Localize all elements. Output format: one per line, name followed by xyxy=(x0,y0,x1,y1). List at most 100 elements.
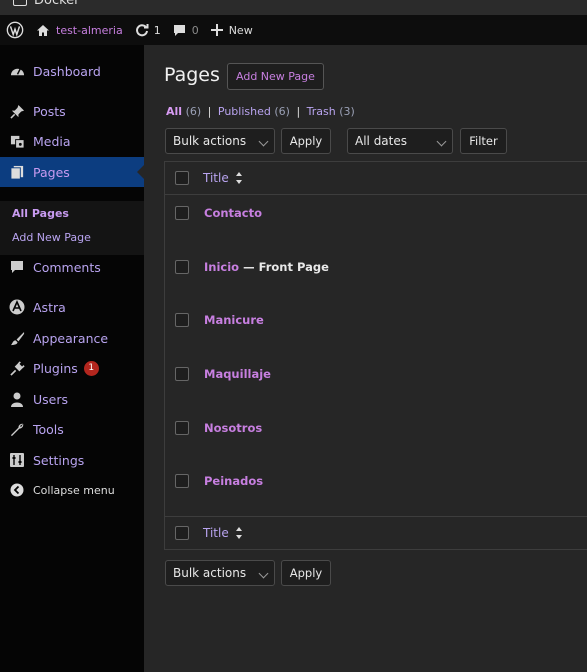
site-name-link[interactable]: test-almeria xyxy=(30,15,129,45)
pages-submenu: All Pages Add New Page xyxy=(0,201,144,255)
table-footer: Title xyxy=(165,516,587,549)
table-row: Maquillaje xyxy=(165,359,587,389)
menu-astra[interactable]: Astra xyxy=(0,292,144,322)
admin-bar: test-almeria 1 0 New xyxy=(0,15,587,45)
table-row: Peinados xyxy=(165,466,587,496)
row-checkbox[interactable] xyxy=(175,206,189,220)
menu-posts[interactable]: Posts xyxy=(0,96,144,126)
row-checkbox[interactable] xyxy=(175,421,189,435)
updates-icon xyxy=(135,24,149,37)
menu-dashboard[interactable]: Dashboard xyxy=(0,56,144,86)
table-row: Manicure xyxy=(165,305,587,335)
view-all-link[interactable]: All xyxy=(166,105,182,118)
plus-icon xyxy=(210,24,223,36)
view-trash-link[interactable]: Trash xyxy=(307,105,336,118)
bulk-actions-value: Bulk actions xyxy=(173,134,247,148)
brush-icon xyxy=(9,330,25,346)
home-icon xyxy=(37,24,49,36)
admin-sidebar: Dashboard Posts Media Pages All Pages Ad… xyxy=(0,45,144,672)
column-title-sort-link[interactable]: Title xyxy=(203,171,229,185)
bulk-actions-value: Bulk actions xyxy=(173,566,247,580)
table-header: Title xyxy=(165,162,587,195)
status-filter-links: All (6) | Published (6) | Trash (3) xyxy=(166,105,355,118)
chevron-down-icon xyxy=(258,568,269,579)
front-page-state: — Front Page xyxy=(239,260,329,274)
menu-tools-label: Tools xyxy=(33,421,64,437)
comments-link[interactable]: 0 xyxy=(167,15,205,45)
main-content: Pages Add New Page All (6) | Published (… xyxy=(144,45,587,672)
menu-settings-label: Settings xyxy=(33,452,85,468)
date-filter-value: All dates xyxy=(355,134,408,148)
menu-pages[interactable]: Pages xyxy=(0,157,144,187)
new-content-link[interactable]: New xyxy=(205,15,259,45)
wrench-icon xyxy=(9,421,25,437)
collapse-menu-label: Collapse menu xyxy=(33,483,115,497)
menu-appearance[interactable]: Appearance xyxy=(0,323,144,353)
apply-button-bottom[interactable]: Apply xyxy=(281,560,331,586)
submenu-add-new-page[interactable]: Add New Page xyxy=(12,231,91,244)
row-title-link[interactable]: Manicure xyxy=(204,313,264,327)
column-title-sort-link-footer[interactable]: Title xyxy=(203,526,229,540)
dashboard-icon xyxy=(9,63,25,79)
menu-media-label: Media xyxy=(33,133,71,149)
updates-link[interactable]: 1 xyxy=(129,15,167,45)
pages-table: Title Contacto Inicio — Front Page Manic… xyxy=(164,161,587,550)
row-checkbox[interactable] xyxy=(175,260,189,274)
menu-plugins[interactable]: Plugins 1 xyxy=(0,353,144,383)
add-new-page-button[interactable]: Add New Page xyxy=(227,63,324,90)
sort-arrows-icon xyxy=(236,172,242,184)
window-titlebar: Docker xyxy=(0,0,587,15)
updates-count: 1 xyxy=(153,23,161,37)
row-checkbox[interactable] xyxy=(175,313,189,327)
menu-comments[interactable]: Comments xyxy=(0,252,144,282)
row-checkbox[interactable] xyxy=(175,367,189,381)
filter-button[interactable]: Filter xyxy=(460,128,507,154)
bulk-actions-select-top[interactable]: Bulk actions xyxy=(165,128,275,154)
bulk-actions-select-bottom[interactable]: Bulk actions xyxy=(165,560,275,586)
row-title-link[interactable]: Maquillaje xyxy=(204,367,271,381)
pages-icon xyxy=(9,164,25,180)
menu-settings[interactable]: Settings xyxy=(0,445,144,475)
chevron-down-icon xyxy=(436,136,447,147)
collapse-menu-button[interactable]: Collapse menu xyxy=(0,475,144,505)
view-all-count: (6) xyxy=(185,105,202,118)
row-title-link[interactable]: Contacto xyxy=(204,206,262,220)
sort-arrows-icon xyxy=(236,527,242,539)
astra-icon xyxy=(9,299,25,315)
view-separator: | xyxy=(207,105,212,118)
site-name: test-almeria xyxy=(56,23,123,37)
pin-icon xyxy=(9,103,25,119)
comments-count: 0 xyxy=(191,23,199,37)
menu-comments-label: Comments xyxy=(33,259,101,275)
plug-icon xyxy=(9,360,25,376)
page-title: Pages xyxy=(164,64,220,86)
menu-posts-label: Posts xyxy=(33,103,66,119)
comment-bubble-icon xyxy=(173,24,185,36)
wordpress-logo-button[interactable] xyxy=(0,15,30,45)
comment-icon xyxy=(9,259,25,275)
chevron-down-icon xyxy=(258,136,269,147)
settings-icon xyxy=(9,452,25,468)
menu-dashboard-label: Dashboard xyxy=(33,63,101,79)
media-icon xyxy=(9,133,25,149)
menu-users-label: Users xyxy=(33,391,69,407)
menu-astra-label: Astra xyxy=(33,299,66,315)
row-checkbox[interactable] xyxy=(175,474,189,488)
select-all-checkbox[interactable] xyxy=(175,171,189,185)
menu-media[interactable]: Media xyxy=(0,126,144,156)
submenu-all-pages[interactable]: All Pages xyxy=(12,207,69,220)
menu-plugins-label: Plugins xyxy=(33,360,78,376)
apply-button-top[interactable]: Apply xyxy=(281,128,331,154)
select-all-checkbox-footer[interactable] xyxy=(175,526,189,540)
row-title-link[interactable]: Peinados xyxy=(204,474,263,488)
view-published-count: (6) xyxy=(274,105,290,118)
collapse-arrow-icon xyxy=(9,482,25,498)
view-published-link[interactable]: Published xyxy=(218,105,271,118)
date-filter-select[interactable]: All dates xyxy=(347,128,453,154)
row-title-link[interactable]: Inicio — Front Page xyxy=(204,260,329,274)
menu-tools[interactable]: Tools xyxy=(0,414,144,444)
row-title-link[interactable]: Nosotros xyxy=(204,421,262,435)
table-row: Contacto xyxy=(165,198,587,228)
menu-users[interactable]: Users xyxy=(0,384,144,414)
user-icon xyxy=(9,391,25,407)
